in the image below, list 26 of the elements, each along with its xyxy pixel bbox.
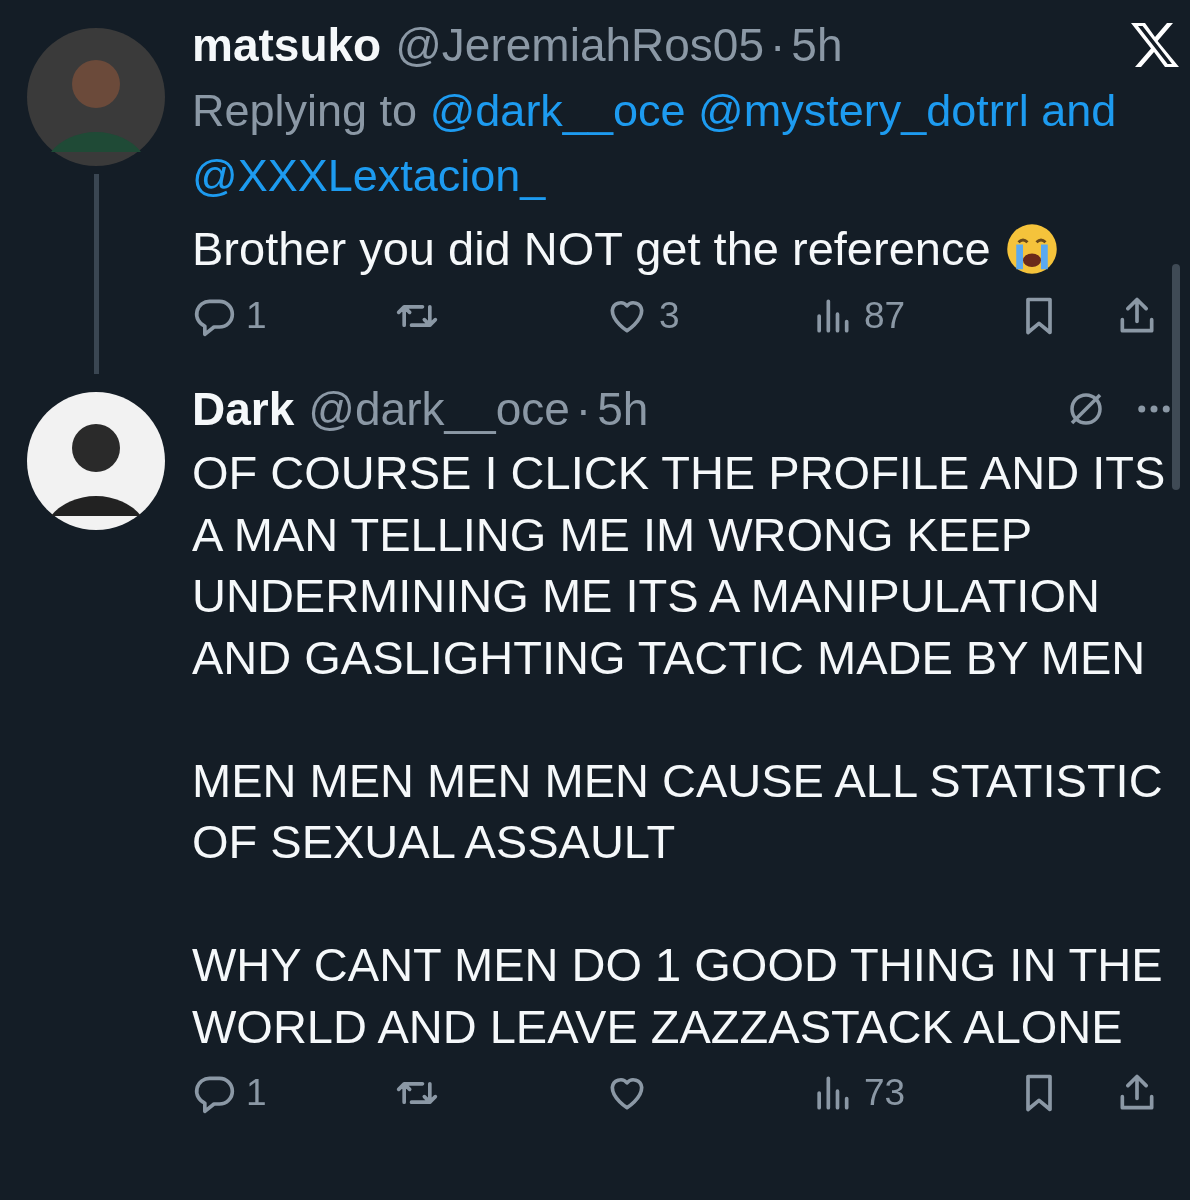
reply-count: 1 [246, 1072, 267, 1114]
mention-link[interactable]: @mystery_dotrrl [698, 85, 1029, 136]
crying-emoji-icon [1004, 221, 1059, 276]
user-name[interactable]: Dark [192, 382, 295, 436]
user-handle[interactable]: @JeremiahRos05 [395, 18, 765, 72]
timestamp[interactable]: 5h [791, 18, 843, 72]
mention-link[interactable]: @XXXLextacion_ [192, 150, 546, 201]
like-count: 3 [659, 294, 680, 337]
joiner-text: and [1041, 85, 1117, 136]
scrollbar-thumb[interactable] [1172, 264, 1180, 490]
user-name[interactable]: matsuko [192, 18, 382, 72]
separator-dot: · [575, 382, 592, 436]
user-handle[interactable]: @dark__oce [308, 382, 570, 436]
avatar[interactable] [27, 392, 165, 530]
view-count: 73 [864, 1072, 906, 1114]
reply-count: 1 [246, 294, 267, 337]
tweet-text: WHY CANT MEN DO 1 GOOD THING IN THE WORLD AND LEAVE ZAZZASTACK ALONE [192, 937, 1164, 1055]
tweet-text: OF COURSE I CLICK THE PROFILE AND ITS A MAN TELLING ME IM WRONG KEEP UNDERMINING ME ITS A MANIPULATION AND GASLIGHTING TACTIC MADE BY MEN [192, 445, 1167, 686]
view-count: 87 [864, 294, 906, 337]
tweet-text: Brother you did NOT get the reference [192, 221, 991, 277]
mention-link[interactable]: @dark__oce [429, 85, 686, 136]
separator-dot: · [770, 18, 786, 72]
timestamp[interactable]: 5h [597, 382, 649, 436]
replying-to-text: Replying to @dark__oce @mystery_dotrrl and @XXXLextacion_ [192, 84, 1118, 203]
tweet-text: MEN MEN MEN MEN CAUSE ALL STATISTIC OF SEXUAL ASSAULT [192, 752, 1164, 870]
x-logo-icon[interactable] [1131, 23, 1179, 67]
